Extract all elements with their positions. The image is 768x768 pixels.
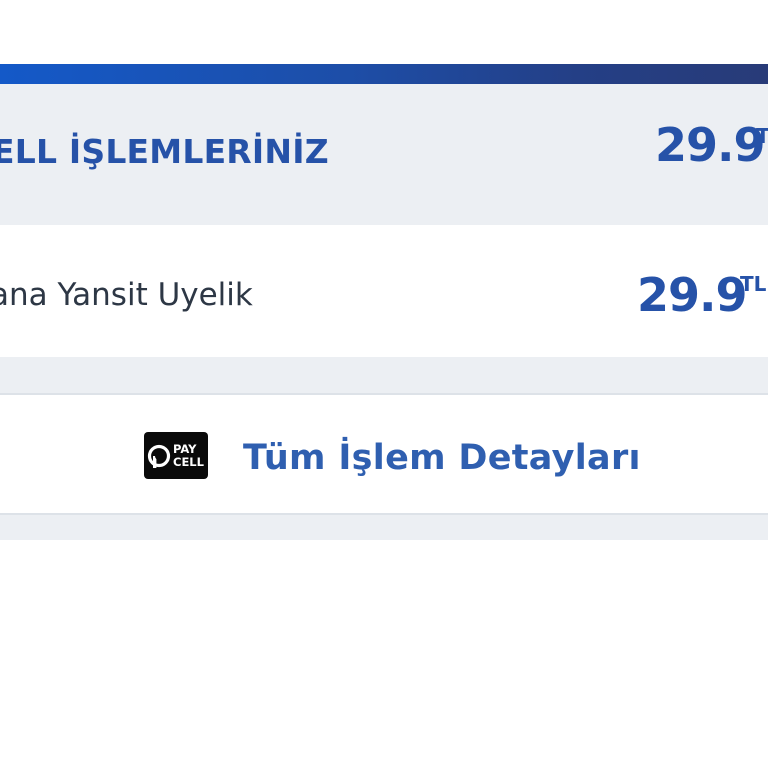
header-accent-band — [0, 64, 768, 84]
paycell-logo-text-bottom: CELL — [173, 455, 205, 469]
transaction-amount: 29.9 — [637, 268, 747, 322]
section-total-amount: 29.9 — [655, 118, 765, 172]
section-total-currency: TL — [756, 124, 768, 148]
paycell-transactions-screen: ELL İŞLEMLERİNİZ 29.9 TL ana Yansit Uyel… — [0, 0, 768, 768]
paycell-logo-text-top: PAY — [173, 442, 197, 456]
transaction-label: ana Yansit Uyelik — [0, 277, 253, 313]
transaction-currency: TL — [740, 272, 767, 296]
section-title: ELL İŞLEMLERİNİZ — [0, 132, 329, 171]
all-transaction-details-label[interactable]: Tüm İşlem Detayları — [243, 437, 641, 479]
paycell-logo-icon: PAY CELL — [144, 432, 208, 479]
